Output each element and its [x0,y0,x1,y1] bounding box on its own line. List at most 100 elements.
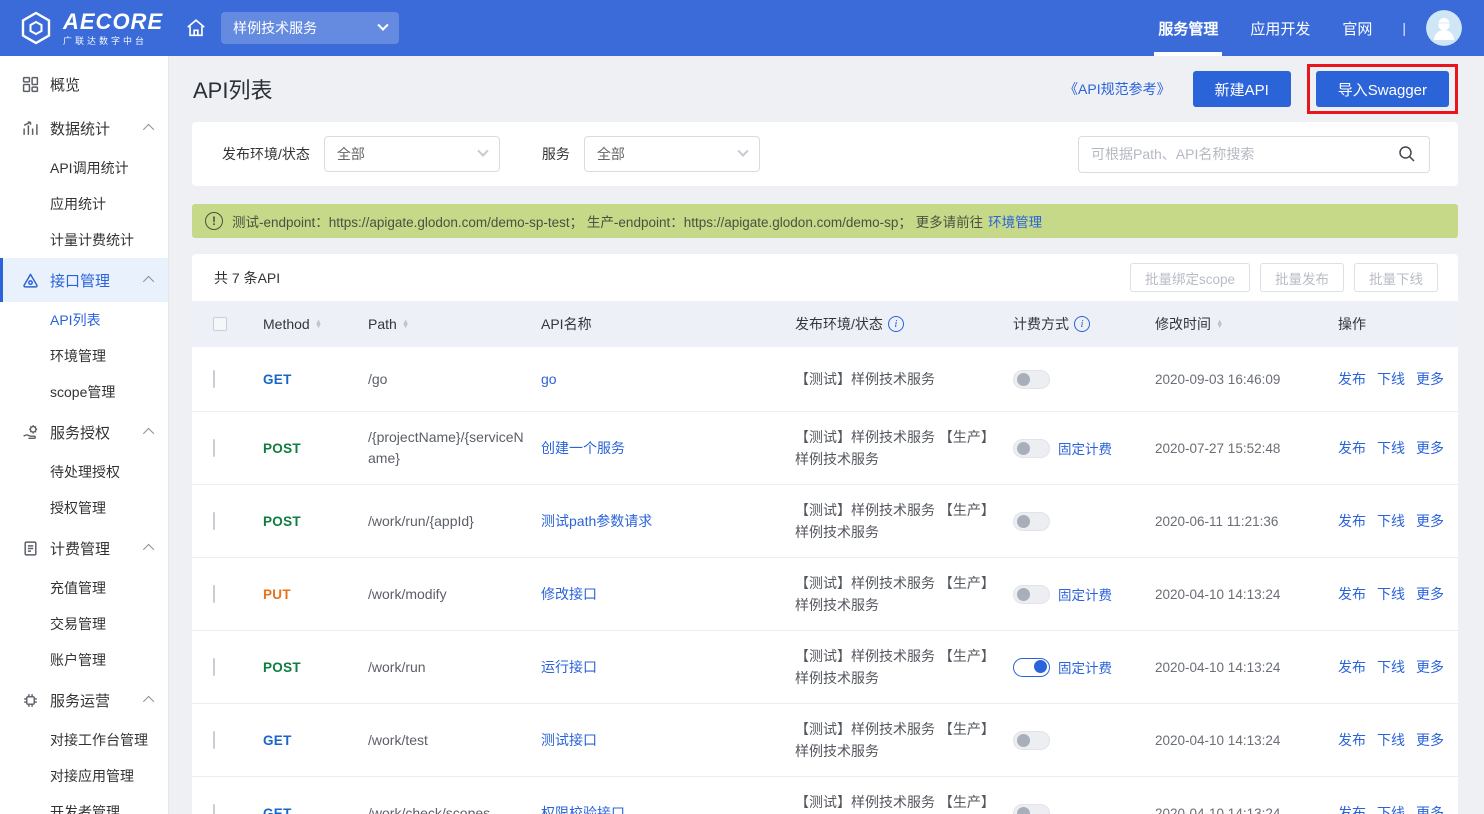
new-api-button[interactable]: 新建API [1193,71,1291,107]
api-table-card: 共 7 条API 批量绑定scope 批量发布 批量下线 Method ▲▼ P… [192,254,1458,814]
sidebar-item-metering-stats[interactable]: 计量计费统计 [0,222,168,258]
more-link[interactable]: 更多 [1416,730,1444,750]
sidebar-item-data-stats[interactable]: 数据统计 [0,106,168,150]
more-link[interactable]: 更多 [1416,584,1444,604]
batch-publish-button[interactable]: 批量发布 [1260,263,1344,292]
modified-time: 2020-04-10 14:13:24 [1155,806,1338,814]
sidebar-item-transaction-management[interactable]: 交易管理 [0,606,168,642]
sort-icon[interactable]: ▲▼ [315,320,322,328]
sidebar-item-api-list[interactable]: API列表 [0,302,168,338]
api-spec-reference-link[interactable]: 《API规范参考》 [1064,79,1171,99]
search-icon[interactable] [1397,144,1417,164]
billing-toggle[interactable] [1013,731,1050,750]
table-row: POST /work/run 运行接口 【测试】样例技术服务 【生产】样例技术服… [192,630,1458,703]
nav-service-management[interactable]: 服务管理 [1158,0,1218,56]
sidebar-item-service-auth[interactable]: 服务授权 [0,410,168,454]
offline-link[interactable]: 下线 [1377,657,1405,677]
offline-link[interactable]: 下线 [1377,803,1405,814]
nav-app-development[interactable]: 应用开发 [1250,0,1310,56]
sidebar-item-account-management[interactable]: 账户管理 [0,642,168,678]
billing-toggle[interactable] [1013,512,1050,531]
publish-link[interactable]: 发布 [1338,438,1366,458]
sort-icon[interactable]: ▲▼ [1216,320,1223,328]
chevron-up-icon [143,696,154,707]
user-avatar[interactable] [1426,10,1462,46]
top-header-bar: AECORE 广联达数字中台 样例技术服务 服务管理 应用开发 官网 | [0,0,1484,56]
api-name-link[interactable]: 权限校验接口 [541,805,625,814]
offline-link[interactable]: 下线 [1377,584,1405,604]
batch-offline-button[interactable]: 批量下线 [1354,263,1438,292]
sidebar-item-workbench-management[interactable]: 对接工作台管理 [0,722,168,758]
api-name-link[interactable]: 创建一个服务 [541,440,625,456]
table-row: GET /work/check/scopes 权限校验接口 【测试】样例技术服务… [192,776,1458,814]
nav-divider: | [1402,20,1406,36]
select-all-checkbox[interactable] [213,317,227,331]
sidebar-item-billing-management[interactable]: 计费管理 [0,526,168,570]
more-link[interactable]: 更多 [1416,657,1444,677]
billing-toggle[interactable] [1013,804,1050,814]
method-badge: PUT [263,587,368,602]
service-filter-select[interactable]: 全部 [584,136,760,172]
billing-label: 固定计费 [1058,438,1112,458]
home-icon[interactable] [185,17,207,39]
sidebar-item-api-management[interactable]: 接口管理 [0,258,168,302]
billing-toggle[interactable] [1013,658,1050,677]
nav-official-site[interactable]: 官网 [1342,0,1372,56]
publish-link[interactable]: 发布 [1338,657,1366,677]
sidebar-item-env-management[interactable]: 环境管理 [0,338,168,374]
row-checkbox[interactable] [213,585,215,603]
offline-link[interactable]: 下线 [1377,511,1405,531]
sort-icon[interactable]: ▲▼ [402,320,409,328]
billing-toggle[interactable] [1013,585,1050,604]
row-checkbox[interactable] [213,731,215,749]
more-link[interactable]: 更多 [1416,369,1444,389]
publish-link[interactable]: 发布 [1338,511,1366,531]
offline-link[interactable]: 下线 [1377,369,1405,389]
sidebar-item-service-ops[interactable]: 服务运营 [0,678,168,722]
offline-link[interactable]: 下线 [1377,438,1405,458]
overview-icon [20,74,40,94]
offline-link[interactable]: 下线 [1377,730,1405,750]
sidebar-item-pending-auth[interactable]: 待处理授权 [0,454,168,490]
col-path: Path [368,316,397,332]
row-checkbox[interactable] [213,512,215,530]
row-checkbox[interactable] [213,804,215,814]
sidebar-item-developer-management[interactable]: 开发者管理 [0,794,168,814]
sidebar-item-auth-management[interactable]: 授权管理 [0,490,168,526]
row-checkbox[interactable] [213,439,215,457]
sidebar-item-api-call-stats[interactable]: API调用统计 [0,150,168,186]
batch-bind-scope-button[interactable]: 批量绑定scope [1130,263,1250,292]
api-path: /go [368,369,541,390]
api-name-link[interactable]: 测试path参数请求 [541,513,652,529]
publish-link[interactable]: 发布 [1338,584,1366,604]
publish-link[interactable]: 发布 [1338,730,1366,750]
workspace-select[interactable]: 样例技术服务 [221,12,399,44]
service-filter-label: 服务 [542,144,570,164]
api-name-link[interactable]: 测试接口 [541,732,597,748]
publish-link[interactable]: 发布 [1338,803,1366,814]
info-icon[interactable]: i [888,316,904,332]
env-management-link[interactable]: 环境管理 [988,211,1042,231]
billing-toggle[interactable] [1013,370,1050,389]
more-link[interactable]: 更多 [1416,438,1444,458]
search-input[interactable] [1091,146,1397,162]
sidebar-item-overview[interactable]: 概览 [0,62,168,106]
more-link[interactable]: 更多 [1416,803,1444,814]
api-name-link[interactable]: 运行接口 [541,659,597,675]
api-name-link[interactable]: 修改接口 [541,586,597,602]
env-filter-select[interactable]: 全部 [324,136,500,172]
import-swagger-button[interactable]: 导入Swagger [1316,71,1449,107]
sidebar-item-scope-management[interactable]: scope管理 [0,374,168,410]
api-name-link[interactable]: go [541,371,557,387]
sidebar-item-app-stats[interactable]: 应用统计 [0,186,168,222]
billing-toggle[interactable] [1013,439,1050,458]
aecore-logo: AECORE 广联达数字中台 [18,10,163,46]
info-icon[interactable]: i [1074,316,1090,332]
publish-link[interactable]: 发布 [1338,369,1366,389]
sidebar-item-recharge-management[interactable]: 充值管理 [0,570,168,606]
env-status-text: 【测试】样例技术服务 【生产】样例技术服务 [795,718,1013,763]
row-checkbox[interactable] [213,370,215,388]
row-checkbox[interactable] [213,658,215,676]
sidebar-item-partner-app-management[interactable]: 对接应用管理 [0,758,168,794]
more-link[interactable]: 更多 [1416,511,1444,531]
